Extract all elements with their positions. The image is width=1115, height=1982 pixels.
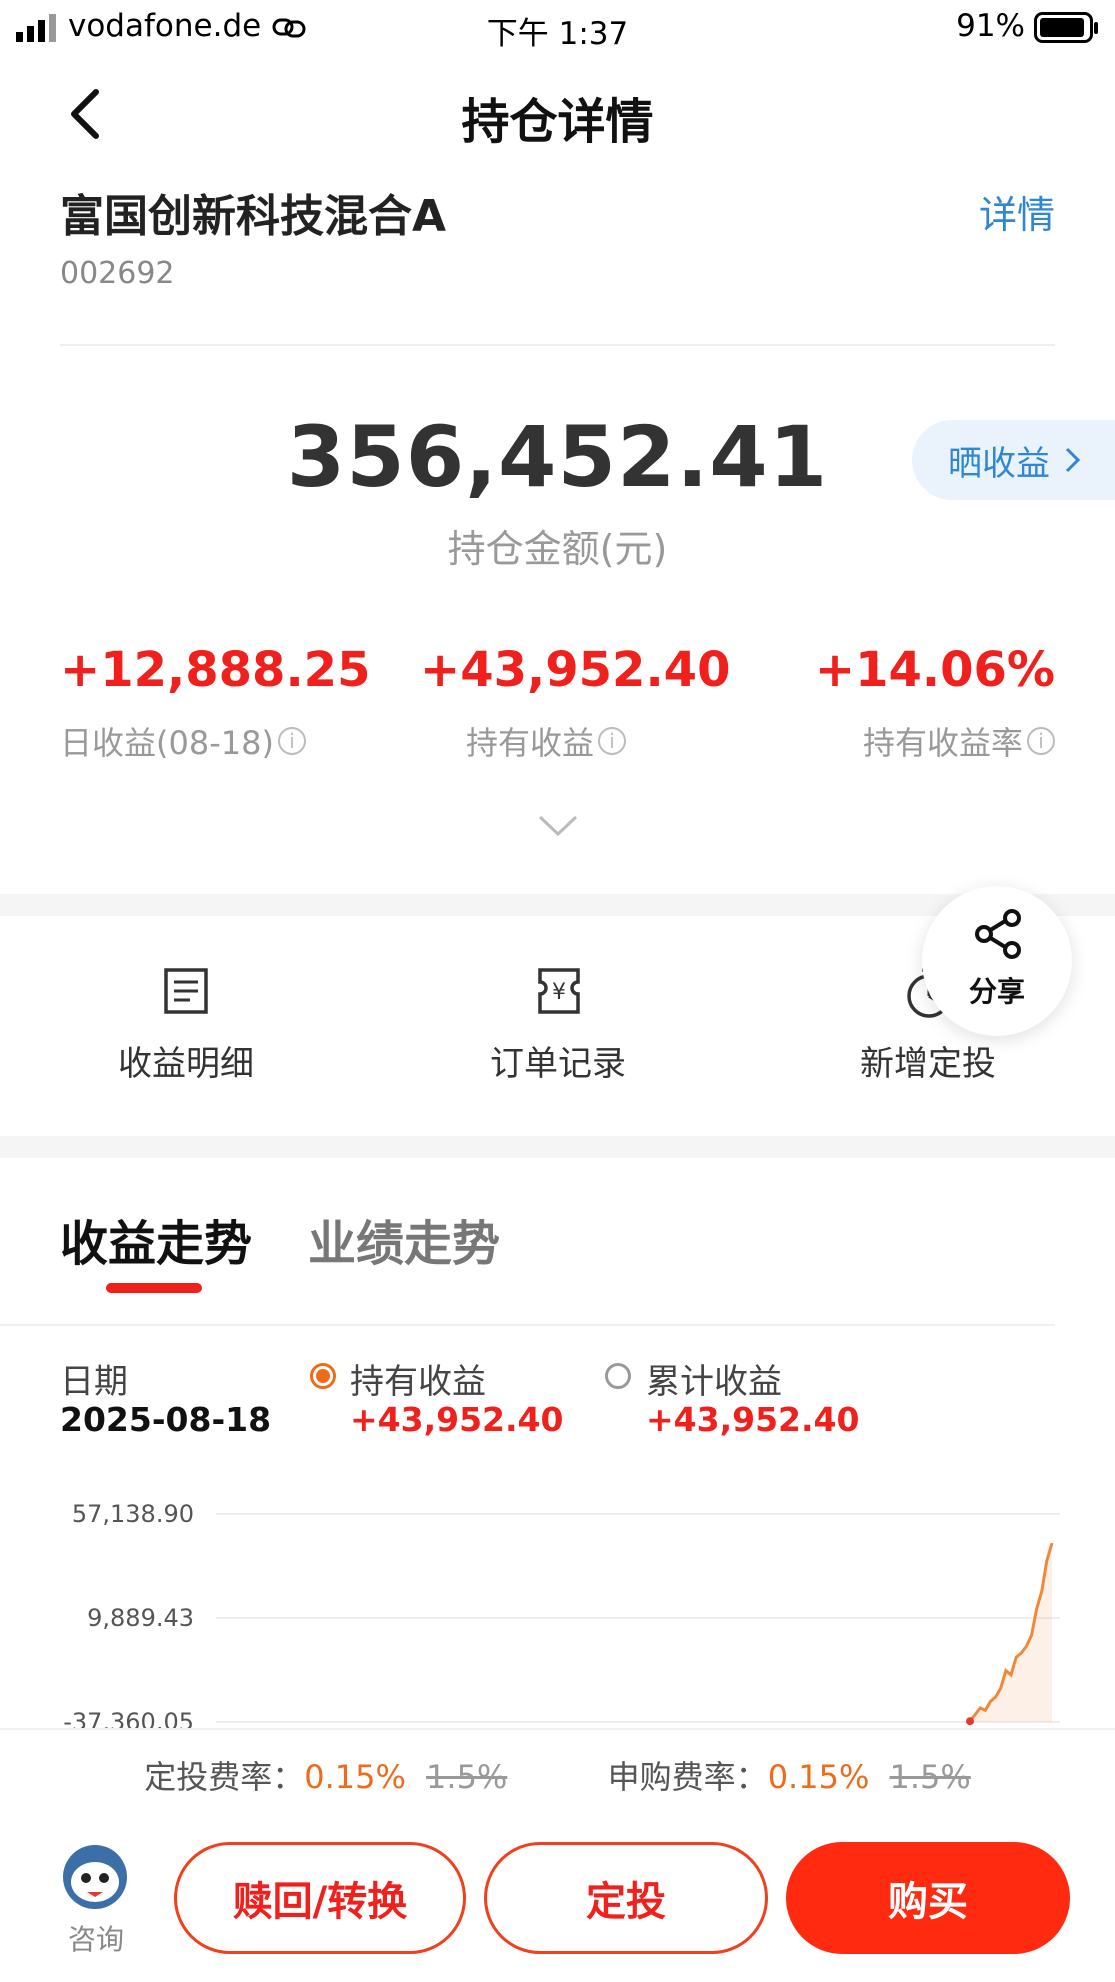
divider [60, 344, 1055, 346]
tab-earnings-trend[interactable]: 收益走势 [60, 1204, 252, 1274]
holding-return-rate-value: +14.06% [814, 642, 1055, 698]
series-start-point [966, 1717, 974, 1726]
show-earnings-button[interactable]: 晒收益 [912, 420, 1115, 500]
fund-name: 富国创新科技混合A [60, 191, 447, 242]
holding-earnings-value: +43,952.40 [420, 642, 731, 698]
show-earnings-label: 晒收益 [948, 443, 1050, 484]
sip-fee-rate: 0.15% [304, 1758, 406, 1796]
section-gap [0, 1136, 1115, 1158]
buy-button[interactable]: 购买 [786, 1842, 1070, 1954]
series2-value: +43,952.40 [646, 1400, 860, 1439]
clock-time: 下午 1:37 [486, 16, 629, 52]
redeem-convert-button[interactable]: 赎回/转换 [174, 1842, 466, 1954]
sip-fee-original: 1.5% [426, 1758, 508, 1796]
fund-code: 002692 [60, 256, 175, 291]
date-value: 2025-08-18 [60, 1400, 272, 1439]
holding-earnings-label-group: 持有收益 i [466, 718, 627, 764]
fund-detail-link[interactable]: 详情 [979, 184, 1055, 239]
subscribe-fee-original: 1.5% [889, 1758, 971, 1796]
series1-radio[interactable] [310, 1363, 336, 1389]
chevron-right-icon [1065, 447, 1081, 473]
consult-label: 咨询 [67, 1923, 124, 1956]
sip-button[interactable]: 定投 [484, 1842, 768, 1954]
earnings-detail-label: 收益明细 [118, 1044, 254, 1084]
series1-value: +43,952.40 [350, 1400, 564, 1439]
sip-fee-label: 定投费率： [144, 1758, 305, 1796]
page-title: 持仓详情 [461, 94, 654, 150]
holding-amount-label: 持仓金额(元) [447, 527, 668, 571]
list-doc-icon [164, 968, 208, 1014]
daily-earnings-value: +12,888.25 [60, 642, 371, 698]
chart-plot [216, 1513, 1060, 1726]
subscribe-fee-rate: 0.15% [767, 1758, 870, 1796]
battery-percent: 91% [956, 8, 1025, 44]
consult-button[interactable]: 咨询 [56, 1842, 136, 1956]
date-label: 日期 [60, 1362, 128, 1402]
active-tab-indicator [106, 1283, 202, 1293]
chevron-down-icon[interactable] [538, 814, 578, 838]
info-icon[interactable]: i [1027, 727, 1055, 755]
earnings-chart: 57,138.90 9,889.43 -37,360.05 [0, 1490, 1115, 1730]
holding-return-rate-label-group: 持有收益率 i [863, 718, 1055, 764]
series-area [970, 1543, 1052, 1722]
holding-earnings-label: 持有收益 [466, 724, 595, 762]
series2-label: 累计收益 [646, 1362, 782, 1402]
daily-earnings-label-group: 日收益(08-18) i [60, 718, 306, 764]
info-icon[interactable]: i [277, 727, 306, 755]
status-bar: vodafone.de 下午 1:37 91% [0, 0, 1115, 56]
tab-performance-trend[interactable]: 业绩走势 [308, 1204, 500, 1274]
robot-avatar-icon [63, 1845, 127, 1909]
yuan-receipt-icon: ¥ [538, 968, 580, 1014]
holding-return-rate-label: 持有收益率 [862, 724, 1023, 762]
share-label: 分享 [968, 975, 1025, 1008]
divider [0, 1324, 1055, 1326]
daily-earnings-label: 日收益(08-18) [60, 724, 274, 762]
divider [0, 1728, 1115, 1730]
fee-row: 定投费率：0.15% 1.5% 申购费率：0.15% 1.5% [0, 1752, 1115, 1798]
battery-icon [1034, 12, 1098, 43]
svg-text:¥: ¥ [552, 980, 566, 1005]
share-button[interactable]: 分享 [922, 886, 1072, 1036]
new-sip-label: 新增定投 [860, 1044, 996, 1084]
series2-radio[interactable] [605, 1363, 631, 1389]
series1-label: 持有收益 [350, 1362, 486, 1402]
subscribe-fee-label: 申购费率： [607, 1758, 768, 1796]
order-record-label: 订单记录 [490, 1044, 626, 1084]
info-icon[interactable]: i [598, 727, 627, 755]
share-icon [975, 909, 1021, 959]
